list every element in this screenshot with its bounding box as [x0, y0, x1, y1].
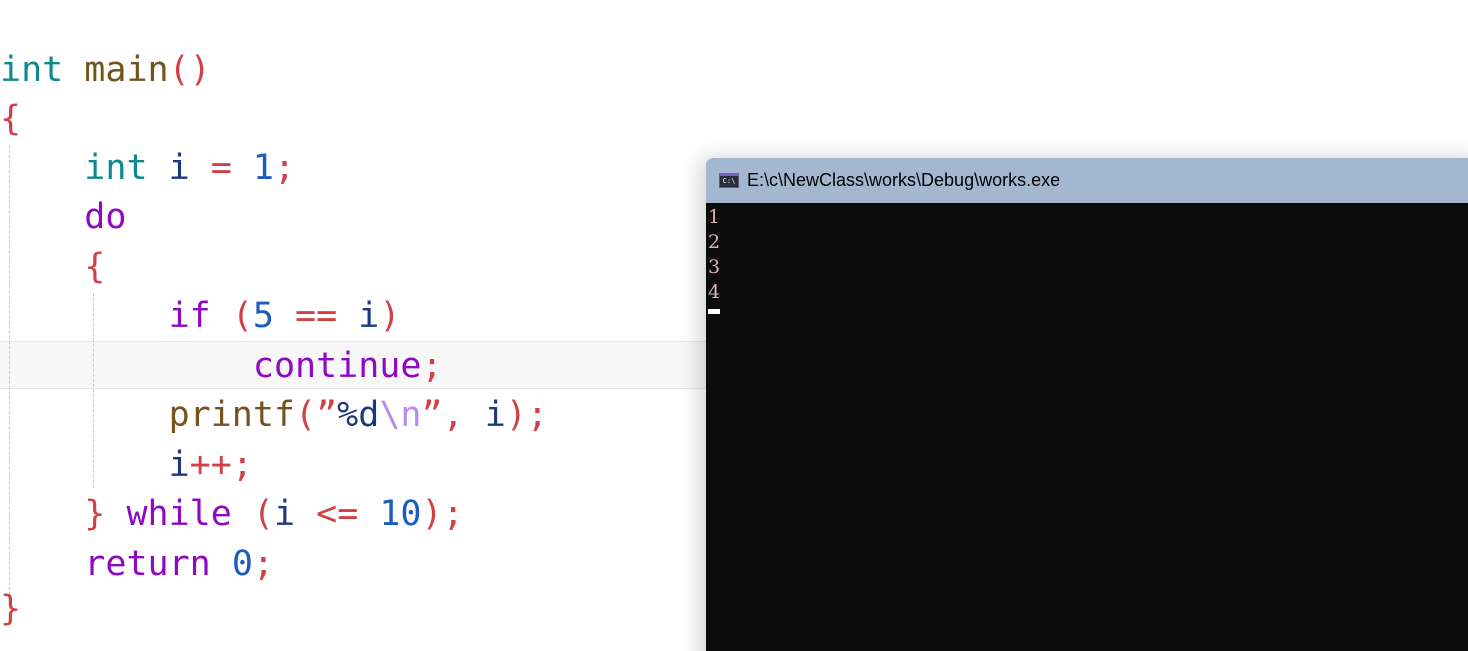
semicolon: ; [273, 148, 296, 188]
operator: ++ [189, 445, 232, 485]
close-paren: ) [379, 296, 401, 336]
variable: i [168, 445, 190, 485]
control-keyword: continue [252, 346, 422, 386]
format-specifier: %d [337, 395, 380, 435]
control-keyword: while [126, 494, 232, 534]
function-name: main [84, 50, 169, 90]
code-line-7: continue; [0, 341, 443, 391]
variable: i [484, 395, 506, 435]
open-paren: ( [295, 395, 317, 435]
number-literal: 10 [379, 494, 422, 534]
code-line-12: } [0, 584, 21, 634]
number-literal: 0 [231, 544, 253, 584]
code-line-10: } while (i <= 10); [0, 489, 464, 539]
console-app-icon[interactable]: C:\ [719, 173, 739, 188]
control-keyword: return [84, 544, 211, 584]
close-paren: ) [505, 395, 527, 435]
semicolon: ; [252, 544, 274, 584]
console-icon-label: C:\ [722, 177, 736, 185]
close-paren: ) [421, 494, 443, 534]
close-brace: } [0, 589, 22, 629]
code-line-6: if (5 == i) [0, 291, 401, 341]
variable: i [168, 148, 190, 188]
quote: ” [316, 395, 338, 435]
open-paren: ( [231, 296, 253, 336]
function-name: printf [168, 395, 296, 435]
semicolon: ; [421, 346, 443, 386]
open-paren: ( [252, 494, 274, 534]
operator: <= [316, 494, 359, 534]
semicolon: ; [526, 395, 548, 435]
console-output[interactable]: 1 2 3 4 [708, 203, 1468, 651]
code-line-1: int main() [0, 45, 211, 95]
console-titlebar[interactable]: C:\ E:\c\NewClass\works\Debug\works.exe [706, 158, 1468, 203]
parens: () [168, 50, 211, 90]
semicolon: ; [231, 445, 253, 485]
console-output-line: 4 [708, 281, 721, 303]
comma: , [442, 395, 464, 435]
screen: int main() { int i = 1; do { if (5 == i)… [0, 0, 1468, 651]
console-output-line: 2 [708, 231, 721, 253]
variable: i [358, 296, 380, 336]
quote: ” [421, 395, 443, 435]
operator: == [295, 296, 338, 336]
code-line-2: { [0, 94, 21, 144]
code-line-4: do [0, 192, 126, 242]
type-keyword: int [0, 50, 64, 90]
console-cursor [708, 309, 720, 314]
number-literal: 1 [252, 148, 274, 188]
console-output-line: 3 [708, 256, 721, 278]
variable: i [273, 494, 296, 534]
number-literal: 5 [252, 296, 274, 336]
control-keyword: if [168, 296, 211, 336]
code-line-8: printf(”%d\n”, i); [0, 390, 548, 440]
open-brace: { [0, 99, 22, 139]
console-window[interactable]: C:\ E:\c\NewClass\works\Debug\works.exe … [706, 158, 1468, 651]
code-line-9: i++; [0, 440, 253, 490]
open-brace: { [84, 247, 106, 287]
code-line-5: { [0, 242, 105, 292]
console-title: E:\c\NewClass\works\Debug\works.exe [747, 170, 1061, 190]
console-output-line: 1 [708, 206, 721, 228]
semicolon: ; [442, 494, 464, 534]
code-line-3: int i = 1; [0, 143, 295, 193]
close-brace: } [84, 494, 106, 534]
type-keyword: int [84, 148, 148, 188]
code-line-11: return 0; [0, 539, 274, 589]
escape-sequence: \n [379, 395, 422, 435]
control-keyword: do [84, 197, 127, 237]
operator: = [210, 148, 232, 188]
